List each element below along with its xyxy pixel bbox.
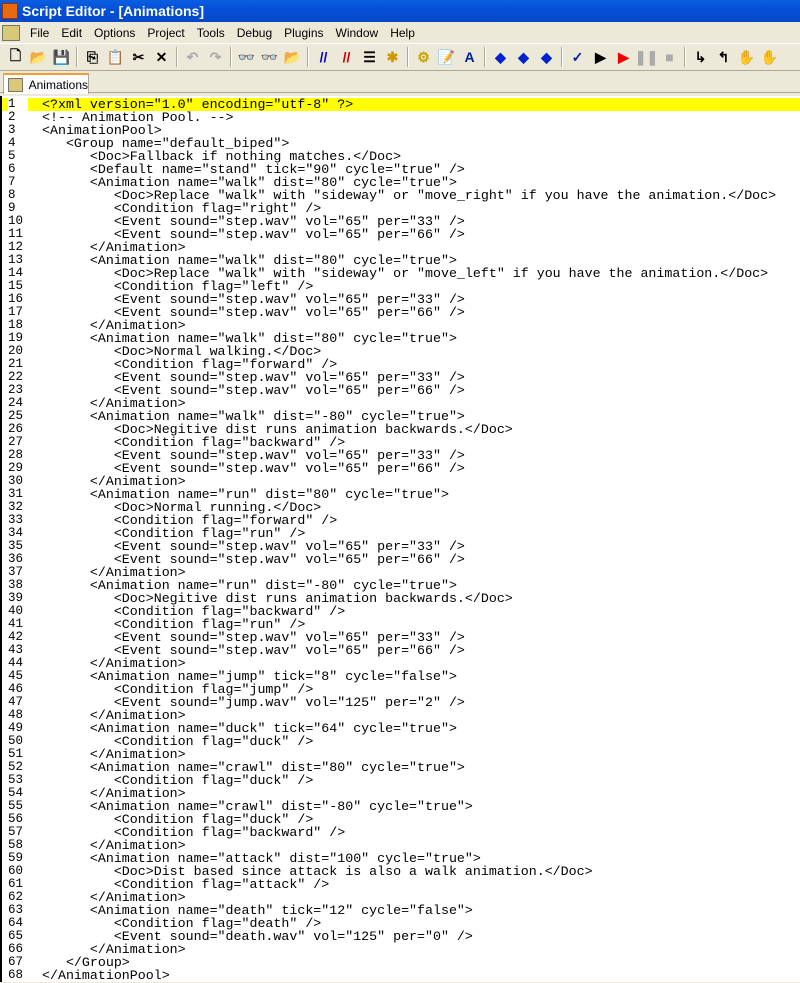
- menu-debug[interactable]: Debug: [231, 26, 278, 40]
- redo-icon[interactable]: ↷: [204, 46, 227, 68]
- toolbar-separator: [230, 47, 232, 67]
- hand-icon[interactable]: ✋: [735, 46, 758, 68]
- toolbar: 🗋 📂 💾 ⎘ 📋 ✂ ✕ ↶ ↷ 👓 👓 📂////☰ ✱ ⚙ 📝 A ◆ ◆ ◆ ✓ ▶ ▶ ❚❚ ■ ↳ ↰ ✋ ✋: [0, 43, 800, 71]
- spell-check-icon[interactable]: ✓: [566, 46, 589, 68]
- code-line[interactable]: 68 </AnimationPool>: [2, 968, 800, 983]
- prev-bookmark-icon[interactable]: ◆: [535, 46, 558, 68]
- menu-file[interactable]: File: [24, 26, 55, 40]
- find-in-files-icon[interactable]: 📂: [281, 46, 304, 68]
- tab-strip: Animations: [0, 71, 800, 94]
- stop-icon[interactable]: ■: [658, 46, 681, 68]
- toolbar-separator: [307, 47, 309, 67]
- toggle-bookmark-icon[interactable]: ◆: [489, 46, 512, 68]
- undo-icon[interactable]: ↶: [181, 46, 204, 68]
- toolbar-separator: [407, 47, 409, 67]
- paste-icon[interactable]: 📋: [104, 46, 127, 68]
- properties-icon[interactable]: 📝: [435, 46, 458, 68]
- menu-help[interactable]: Help: [384, 26, 421, 40]
- toolbar-separator: [76, 47, 78, 67]
- menu-window[interactable]: Window: [330, 26, 385, 40]
- cut-icon[interactable]: ✂: [127, 46, 150, 68]
- save-icon[interactable]: 💾: [50, 46, 73, 68]
- settings-icon[interactable]: ⚙: [412, 46, 435, 68]
- toolbar-separator: [684, 47, 686, 67]
- window-title: Script Editor - [Animations]: [22, 3, 204, 19]
- title-bar: Script Editor - [Animations]: [0, 0, 800, 22]
- tab-animations[interactable]: Animations: [3, 73, 89, 94]
- uncomment-icon[interactable]: //: [335, 46, 358, 68]
- new-file-icon[interactable]: 🗋: [4, 46, 27, 68]
- indent-icon[interactable]: ☰: [358, 46, 381, 68]
- menu-options[interactable]: Options: [88, 26, 141, 40]
- document-menu-icon[interactable]: [2, 24, 20, 41]
- toolbar-separator: [484, 47, 486, 67]
- code-editor[interactable]: 1 <?xml version="1.0" encoding="utf-8" ?>…: [0, 96, 800, 982]
- delete-icon[interactable]: ✕: [150, 46, 173, 68]
- comment-icon[interactable]: //: [312, 46, 335, 68]
- toolbar-separator: [561, 47, 563, 67]
- new-item-icon[interactable]: ✱: [381, 46, 404, 68]
- menu-bar: File Edit Options Project Tools Debug Plugins W…: [0, 22, 800, 43]
- app-icon[interactable]: [2, 3, 18, 19]
- line-number: 68: [8, 968, 24, 982]
- next-bookmark-icon[interactable]: ◆: [512, 46, 535, 68]
- step-out-icon[interactable]: ↰: [712, 46, 735, 68]
- find-next-icon[interactable]: 👓: [258, 46, 281, 68]
- step-into-icon[interactable]: ↳: [689, 46, 712, 68]
- toolbar-separator: [176, 47, 178, 67]
- script-file-icon: [8, 77, 23, 92]
- menu-plugins[interactable]: Plugins: [278, 26, 329, 40]
- pause-icon[interactable]: ❚❚: [635, 46, 658, 68]
- menu-tools[interactable]: Tools: [191, 26, 231, 40]
- open-folder-icon[interactable]: 📂: [27, 46, 50, 68]
- run-icon[interactable]: ▶: [589, 46, 612, 68]
- menu-project[interactable]: Project: [141, 26, 190, 40]
- hand-disabled-icon[interactable]: ✋: [758, 46, 781, 68]
- tab-label: Animations: [28, 77, 88, 92]
- code-text: </AnimationPool>: [42, 968, 170, 983]
- copy-icon[interactable]: ⎘: [81, 46, 104, 68]
- font-icon[interactable]: A: [458, 46, 481, 68]
- find-icon[interactable]: 👓: [235, 46, 258, 68]
- debug-run-icon[interactable]: ▶: [612, 46, 635, 68]
- menu-edit[interactable]: Edit: [55, 26, 88, 40]
